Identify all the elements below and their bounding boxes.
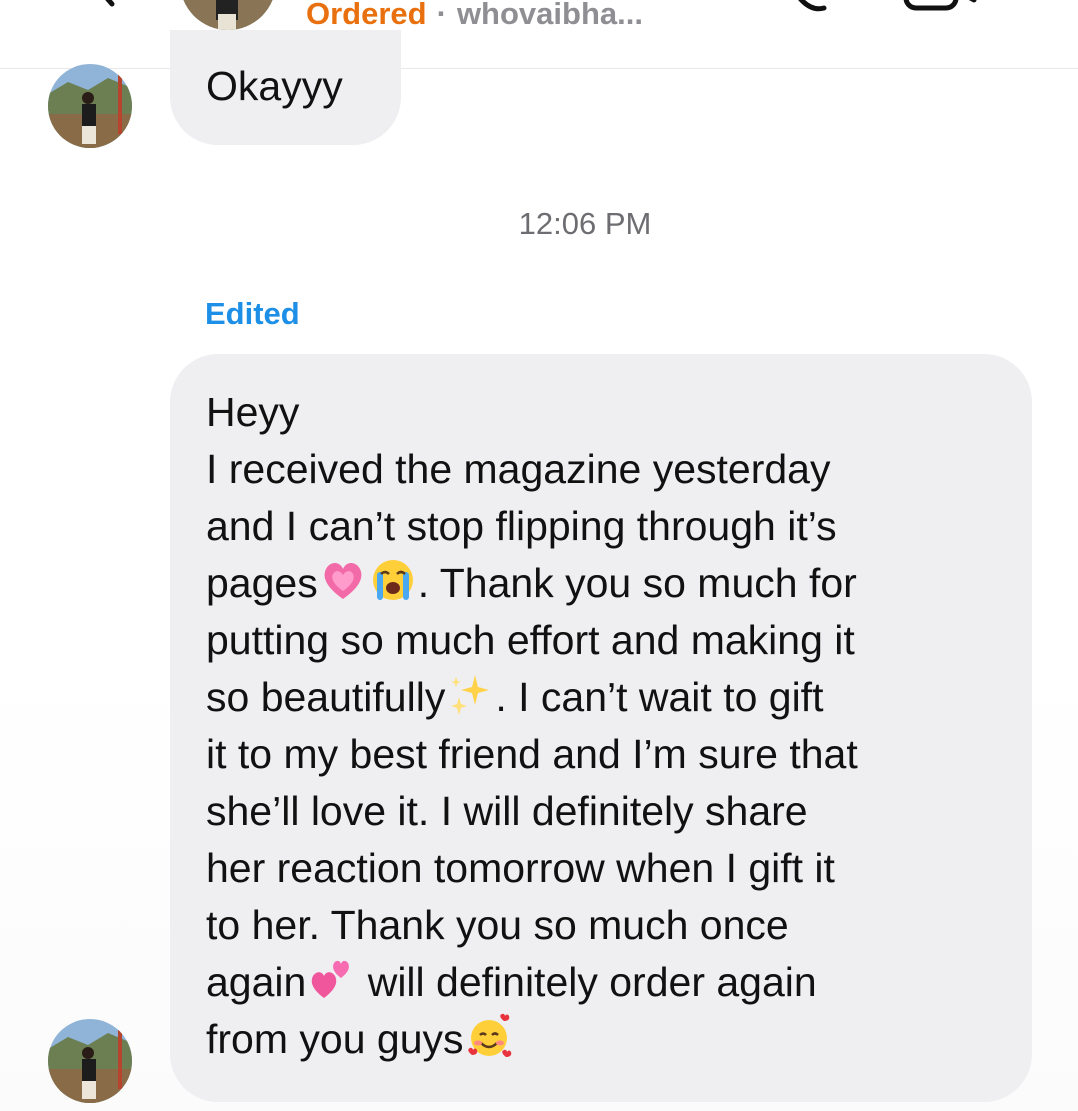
- message-text: Okayyy: [206, 63, 343, 109]
- message-line: I received the magazine yesterday: [206, 446, 831, 492]
- message-line: to her. Thank you so much once: [206, 902, 789, 948]
- sparkles-emoji: [447, 671, 493, 717]
- back-chevron-icon[interactable]: [82, 0, 120, 8]
- message-line: pages . Thank you so much for: [206, 555, 1012, 612]
- video-camera-icon[interactable]: [900, 0, 980, 20]
- sender-avatar[interactable]: [48, 64, 132, 148]
- chat-header: Ordered · whovaibha...: [0, 0, 1078, 69]
- growing-heart-emoji: [320, 557, 366, 603]
- message-text-fragment: so beautifully: [206, 674, 446, 720]
- separator-dot: ·: [436, 0, 447, 31]
- message-text-fragment: from you guys: [206, 1016, 464, 1062]
- username[interactable]: whovaibha...: [457, 0, 643, 31]
- message-line: from you guys: [206, 1011, 1012, 1068]
- message-text-fragment: pages: [206, 560, 318, 606]
- message-line: she’ll love it. I will definitely share: [206, 788, 808, 834]
- message-bubble-okayyy[interactable]: Okayyy: [170, 30, 401, 145]
- order-status: Ordered: [306, 0, 427, 31]
- message-text-fragment: . I can’t wait to gift: [495, 674, 824, 720]
- phone-icon[interactable]: [770, 0, 834, 20]
- chat-screen: Ordered · whovaibha... Okayyy 12:06 PM Edi…: [0, 0, 1078, 1111]
- message-line: again will definitely order again: [206, 954, 1012, 1011]
- message-text-fragment: will definitely order again: [356, 959, 817, 1005]
- message-line: putting so much effort and making it: [206, 617, 855, 663]
- two-hearts-emoji: [308, 956, 354, 1002]
- smiling-face-with-hearts-emoji: [466, 1013, 512, 1059]
- message-text-fragment: . Thank you so much for: [417, 560, 857, 606]
- loudly-crying-face-emoji: [370, 557, 416, 603]
- message-text-fragment: again: [206, 959, 307, 1005]
- header-subtitle: Ordered · whovaibha...: [306, 0, 643, 32]
- message-line: and I can’t stop flipping through it’s: [206, 503, 837, 549]
- message-bubble-main[interactable]: Heyy I received the magazine yesterday a…: [170, 354, 1032, 1102]
- message-line: so beautifully . I can’t wait to gift: [206, 669, 1012, 726]
- message-line: her reaction tomorrow when I gift it: [206, 845, 835, 891]
- sender-avatar[interactable]: [48, 1019, 132, 1103]
- message-timestamp: 12:06 PM: [518, 206, 652, 241]
- header-avatar[interactable]: [180, 0, 276, 30]
- edited-label[interactable]: Edited: [205, 296, 300, 332]
- message-line: Heyy: [206, 389, 300, 435]
- message-line: it to my best friend and I’m sure that: [206, 731, 858, 777]
